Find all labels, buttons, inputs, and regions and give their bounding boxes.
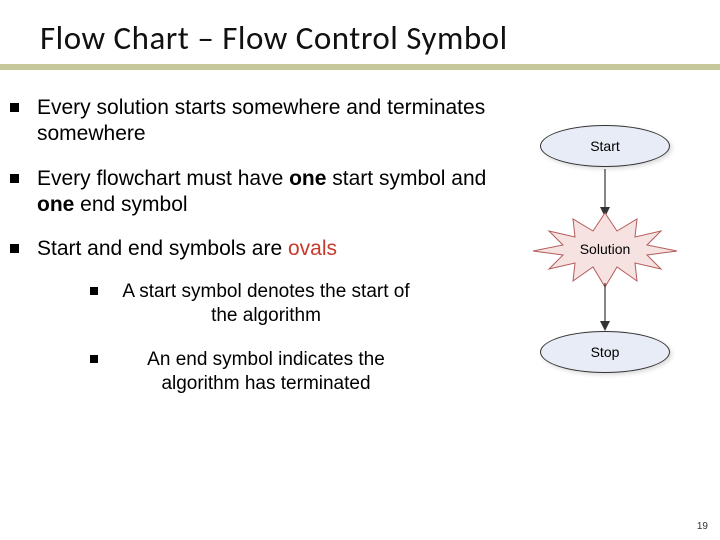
- bullet-2: Every flowchart must have one start symb…: [10, 166, 515, 219]
- bullet-3-pre: Start and end symbols are: [37, 237, 288, 260]
- solution-burst: Solution: [535, 217, 675, 281]
- bullet-3-text: Start and end symbols are ovals: [37, 236, 337, 262]
- sub-bullet-2: An end symbol indicates the algorithm ha…: [90, 348, 515, 396]
- stop-label: Stop: [591, 344, 620, 360]
- bullet-square-icon: [90, 355, 98, 363]
- arrow-down-icon: [591, 281, 619, 331]
- flowchart-diagram: Start Solution Stop: [530, 125, 680, 373]
- slide-title: Flow Chart – Flow Control Symbol: [0, 0, 720, 58]
- bullet-3-red: ovals: [288, 237, 337, 260]
- bullet-2-mid: start symbol and: [326, 167, 486, 190]
- bullet-square-icon: [90, 287, 98, 295]
- bullet-2-bold1: one: [289, 167, 326, 190]
- bullet-2-bold2: one: [37, 193, 80, 216]
- solution-label: Solution: [580, 241, 631, 257]
- bullet-1-text: Every solution starts somewhere and term…: [37, 95, 515, 148]
- start-oval: Start: [540, 125, 670, 167]
- bullet-2-text: Every flowchart must have one start symb…: [37, 166, 515, 219]
- bullet-2-post: end symbol: [80, 193, 187, 216]
- sub-bullet-list: A start symbol denotes the start of the …: [90, 280, 515, 395]
- content-area: Every solution starts somewhere and term…: [10, 95, 515, 415]
- sub-bullet-1: A start symbol denotes the start of the …: [90, 280, 515, 328]
- page-number: 19: [697, 521, 708, 532]
- bullet-square-icon: [10, 103, 19, 112]
- start-label: Start: [590, 138, 620, 154]
- sub-bullet-2-text: An end symbol indicates the algorithm ha…: [116, 348, 416, 396]
- bullet-1: Every solution starts somewhere and term…: [10, 95, 515, 148]
- title-underline: [0, 64, 720, 70]
- bullet-square-icon: [10, 174, 19, 183]
- sub-bullet-1-text: A start symbol denotes the start of the …: [116, 280, 416, 328]
- bullet-2-pre: Every flowchart must have: [37, 167, 289, 190]
- bullet-3: Start and end symbols are ovals: [10, 236, 515, 262]
- stop-oval: Stop: [540, 331, 670, 373]
- bullet-square-icon: [10, 244, 19, 253]
